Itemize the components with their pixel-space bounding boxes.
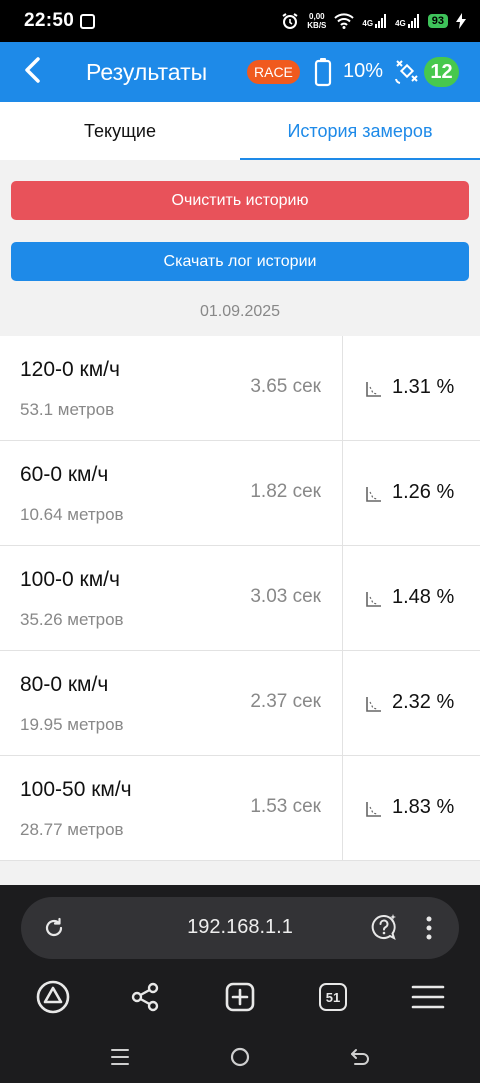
result-slope: 1.31 %: [392, 376, 455, 398]
signal-1-icon: 4G: [362, 14, 387, 28]
divider: [342, 441, 343, 546]
signal-2-icon: 4G: [395, 14, 420, 28]
device-battery-icon: [314, 57, 332, 92]
result-time: 3.65 сек: [250, 376, 321, 397]
result-name: 100-0 км/ч: [20, 568, 120, 591]
device-battery-percent: 10%: [343, 60, 384, 82]
slope-icon: [364, 379, 384, 404]
browser-toolbar: 192.168.1.1 51: [0, 885, 480, 1083]
wifi-icon: [334, 13, 355, 29]
back-button[interactable]: [0, 42, 64, 102]
tab-history[interactable]: История замеров: [240, 102, 480, 160]
tab-current[interactable]: Текущие: [0, 102, 240, 160]
tabs-button[interactable]: 51: [313, 977, 353, 1017]
share-icon[interactable]: [125, 977, 165, 1017]
status-battery: 93: [427, 14, 448, 28]
result-name: 60-0 км/ч: [20, 463, 109, 486]
tab-count: 51: [319, 983, 347, 1011]
satellite-count-badge: 12: [424, 57, 459, 87]
result-slope: 2.32 %: [392, 691, 455, 713]
screenshot-indicator-icon: [80, 13, 96, 29]
recent-apps-icon[interactable]: [106, 1043, 134, 1071]
result-name: 120-0 км/ч: [20, 358, 120, 381]
menu-icon[interactable]: [408, 977, 448, 1017]
slope-icon: [364, 694, 384, 719]
home-logo-icon[interactable]: [33, 977, 73, 1017]
result-distance: 53.1 метров: [20, 400, 115, 419]
download-log-button[interactable]: Скачать лог истории: [11, 242, 469, 281]
alarm-icon: [281, 12, 299, 30]
list-item[interactable]: 100-50 км/ч 28.77 метров 1.53 сек 1.83 %: [0, 756, 480, 861]
divider: [342, 336, 343, 441]
page-title: Результаты: [86, 58, 208, 85]
slope-icon: [364, 484, 384, 509]
results-list: 120-0 км/ч 53.1 метров 3.65 сек 1.31 % 6…: [0, 336, 480, 861]
divider: [342, 756, 343, 860]
browser-nav: 51: [0, 977, 480, 1021]
divider: [342, 546, 343, 651]
result-distance: 35.26 метров: [20, 610, 124, 629]
chevron-left-icon: [23, 56, 41, 88]
back-nav-icon[interactable]: [346, 1043, 374, 1071]
more-vertical-icon[interactable]: [423, 914, 435, 947]
system-nav-bar: [0, 1043, 480, 1071]
assistant-icon[interactable]: [369, 912, 399, 947]
app-bar: Результаты RACE 10% 12: [0, 42, 480, 102]
home-circle-icon[interactable]: [226, 1043, 254, 1071]
result-time: 1.82 сек: [250, 481, 321, 502]
slope-icon: [364, 589, 384, 614]
system-status-bar: 22:50 0,00 KB/S 4G 4G 93: [0, 0, 480, 42]
result-name: 100-50 км/ч: [20, 778, 132, 801]
slope-icon: [364, 799, 384, 824]
list-item[interactable]: 60-0 км/ч 10.64 метров 1.82 сек 1.26 %: [0, 441, 480, 546]
history-date: 01.09.2025: [199, 303, 281, 320]
result-slope: 1.26 %: [392, 481, 455, 503]
clear-history-button[interactable]: Очистить историю: [11, 181, 469, 220]
address-bar[interactable]: 192.168.1.1: [21, 897, 459, 959]
result-time: 3.03 сек: [250, 586, 321, 607]
result-distance: 19.95 метров: [20, 715, 124, 734]
status-time: 22:50: [24, 10, 75, 31]
list-item[interactable]: 120-0 км/ч 53.1 метров 3.65 сек 1.31 %: [0, 336, 480, 441]
network-speed: 0,00 KB/S: [307, 12, 327, 30]
list-item[interactable]: 100-0 км/ч 35.26 метров 3.03 сек 1.48 %: [0, 546, 480, 651]
result-name: 80-0 км/ч: [20, 673, 109, 696]
result-time: 1.53 сек: [250, 796, 321, 817]
result-distance: 10.64 метров: [20, 505, 124, 524]
divider: [342, 651, 343, 756]
tab-bar: Текущие История замеров: [0, 102, 480, 160]
charging-icon: [456, 13, 466, 29]
result-slope: 1.48 %: [392, 586, 455, 608]
result-distance: 28.77 метров: [20, 820, 124, 839]
result-time: 2.37 сек: [250, 691, 321, 712]
list-item[interactable]: 80-0 км/ч 19.95 метров 2.37 сек 2.32 %: [0, 651, 480, 756]
new-tab-icon[interactable]: [220, 977, 260, 1017]
satellite-icon: [393, 57, 421, 90]
result-slope: 1.83 %: [392, 796, 455, 818]
race-badge: RACE: [247, 60, 300, 84]
